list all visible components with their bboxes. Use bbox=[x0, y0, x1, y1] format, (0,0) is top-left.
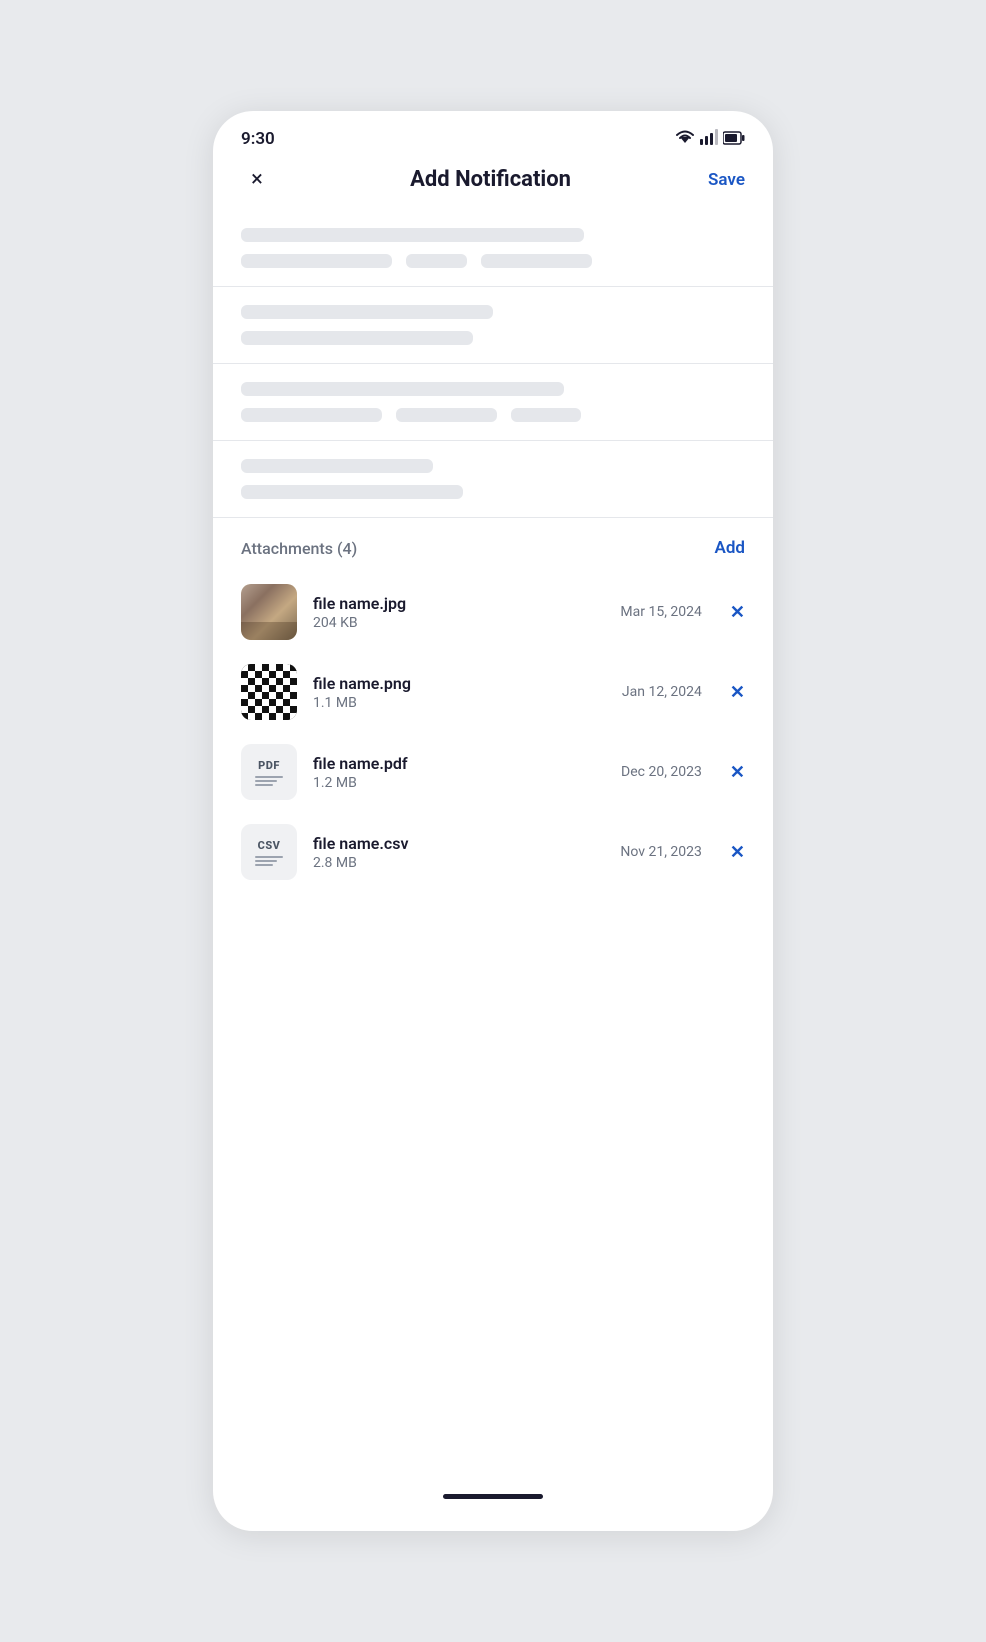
skeleton-bar bbox=[396, 408, 497, 422]
attachment-date: Dec 20, 2023 bbox=[621, 764, 702, 780]
attachment-remove-button[interactable]: ✕ bbox=[730, 682, 745, 703]
attachments-label: Attachments (4) bbox=[241, 539, 357, 558]
csv-label: CSV bbox=[258, 839, 281, 852]
skeleton-bar bbox=[511, 408, 582, 422]
phone-frame: 9:30 bbox=[213, 111, 773, 1531]
attachment-size: 204 KB bbox=[313, 615, 604, 631]
attachment-name: file name.jpg bbox=[313, 594, 604, 613]
header: × Add Notification Save bbox=[213, 159, 773, 210]
battery-icon bbox=[723, 130, 745, 149]
jpg-thumbnail bbox=[241, 584, 297, 640]
skeleton-section-1 bbox=[213, 210, 773, 287]
skeleton-bar bbox=[241, 485, 463, 499]
attachment-item-png: file name.png 1.1 MB Jan 12, 2024 ✕ bbox=[213, 652, 773, 732]
close-button[interactable]: × bbox=[241, 167, 273, 192]
csv-line bbox=[255, 864, 273, 866]
attachment-name: file name.csv bbox=[313, 834, 604, 853]
attachment-item-csv: CSV file name.csv 2.8 MB Nov 21, 2023 ✕ bbox=[213, 812, 773, 892]
attachment-date: Jan 12, 2024 bbox=[622, 684, 702, 700]
skeleton-bar bbox=[241, 331, 473, 345]
attachment-icon-csv: CSV bbox=[241, 824, 297, 880]
status-time: 9:30 bbox=[241, 129, 275, 149]
csv-lines bbox=[255, 856, 283, 866]
skeleton-bar bbox=[241, 228, 584, 242]
signal-icon bbox=[700, 129, 718, 149]
skeleton-section-3 bbox=[213, 364, 773, 441]
page-title: Add Notification bbox=[410, 167, 571, 192]
attachment-info-csv: file name.csv 2.8 MB bbox=[313, 834, 604, 871]
csv-line bbox=[255, 856, 283, 858]
attachment-name: file name.png bbox=[313, 674, 606, 693]
attachment-info-png: file name.png 1.1 MB bbox=[313, 674, 606, 711]
skeleton-section-4 bbox=[213, 441, 773, 518]
attachments-header: Attachments (4) Add bbox=[213, 518, 773, 572]
skeleton-bar bbox=[241, 408, 382, 422]
attachment-info-pdf: file name.pdf 1.2 MB bbox=[313, 754, 605, 791]
attachment-size: 1.2 MB bbox=[313, 775, 605, 791]
wifi-icon bbox=[675, 129, 695, 149]
pdf-line bbox=[255, 784, 273, 786]
status-icons bbox=[675, 129, 745, 149]
home-indicator bbox=[443, 1494, 543, 1499]
attachment-icon-pdf: PDF bbox=[241, 744, 297, 800]
bottom-bar bbox=[213, 1476, 773, 1499]
skeleton-bar bbox=[241, 382, 564, 396]
attachment-date: Mar 15, 2024 bbox=[620, 604, 702, 620]
attachment-name: file name.pdf bbox=[313, 754, 605, 773]
csv-icon-wrap: CSV bbox=[241, 824, 297, 880]
attachments-add-button[interactable]: Add bbox=[715, 538, 746, 558]
png-thumbnail bbox=[241, 664, 297, 720]
pdf-icon-wrap: PDF bbox=[241, 744, 297, 800]
attachment-icon-png bbox=[241, 664, 297, 720]
skeleton-bar bbox=[481, 254, 592, 268]
attachment-icon-jpg bbox=[241, 584, 297, 640]
skeleton-row bbox=[241, 254, 745, 268]
attachment-info-jpg: file name.jpg 204 KB bbox=[313, 594, 604, 631]
attachment-size: 2.8 MB bbox=[313, 855, 604, 871]
attachment-remove-button[interactable]: ✕ bbox=[730, 602, 745, 623]
attachment-remove-button[interactable]: ✕ bbox=[730, 842, 745, 863]
attachment-item-jpg: file name.jpg 204 KB Mar 15, 2024 ✕ bbox=[213, 572, 773, 652]
attachment-item-pdf: PDF file name.pdf 1.2 MB Dec 20, 2023 ✕ bbox=[213, 732, 773, 812]
skeleton-row bbox=[241, 408, 745, 422]
csv-line bbox=[255, 860, 277, 862]
skeleton-bar bbox=[241, 254, 392, 268]
skeleton-bar bbox=[241, 305, 493, 319]
attachment-remove-button[interactable]: ✕ bbox=[730, 762, 745, 783]
attachment-size: 1.1 MB bbox=[313, 695, 606, 711]
save-button[interactable]: Save bbox=[708, 170, 745, 190]
pdf-lines bbox=[255, 776, 283, 786]
skeleton-section-2 bbox=[213, 287, 773, 364]
skeleton-bar bbox=[241, 459, 433, 473]
attachment-date: Nov 21, 2023 bbox=[620, 844, 702, 860]
skeleton-bar bbox=[406, 254, 466, 268]
status-bar: 9:30 bbox=[213, 111, 773, 159]
pdf-label: PDF bbox=[258, 759, 280, 772]
pdf-line bbox=[255, 776, 283, 778]
pdf-line bbox=[255, 780, 277, 782]
